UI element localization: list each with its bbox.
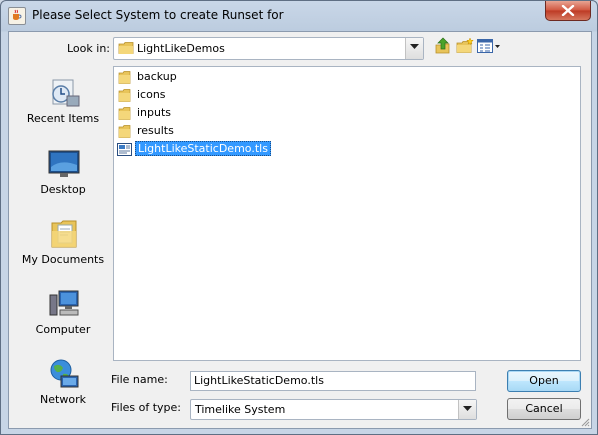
file-name: results <box>137 124 174 137</box>
tls-file-icon <box>117 143 132 156</box>
file-list[interactable]: backup icons inputs results LightLikeSta… <box>113 66 581 361</box>
file-name: inputs <box>137 106 172 119</box>
view-menu-button[interactable] <box>476 37 502 57</box>
new-folder-button[interactable] <box>456 37 474 57</box>
folder-icon <box>118 89 131 102</box>
look-in-dropdown-arrow[interactable] <box>405 38 423 59</box>
dialog-window: Please Select System to create Runset fo… <box>0 0 598 435</box>
file-name: LightLikeStaticDemo.tls <box>135 141 271 156</box>
java-cup-icon[interactable] <box>8 7 26 25</box>
place-desktop[interactable]: Desktop <box>18 147 108 209</box>
place-label: Desktop <box>40 183 86 196</box>
place-network[interactable]: Network <box>18 357 108 419</box>
resize-grip-icon[interactable] <box>580 417 590 427</box>
files-of-type-label: Files of type: <box>111 401 182 414</box>
files-of-type-combo[interactable]: Timelike System <box>190 399 477 420</box>
place-recent-items[interactable]: Recent Items <box>18 76 108 138</box>
title-bar[interactable]: Please Select System to create Runset fo… <box>1 1 597 31</box>
my-documents-icon <box>51 220 77 248</box>
folder-icon <box>118 71 131 84</box>
up-folder-button[interactable] <box>434 37 452 57</box>
close-icon <box>561 5 575 16</box>
files-of-type-value: Timelike System <box>195 403 286 416</box>
folder-icon <box>118 42 134 54</box>
place-label: Network <box>40 393 86 406</box>
up-folder-icon <box>435 37 450 54</box>
place-label: My Documents <box>21 253 105 266</box>
computer-icon <box>49 290 79 316</box>
dialog-body: Look in: LightLikeDemos Recent Items Des… <box>8 31 592 429</box>
view-menu-icon <box>477 39 500 53</box>
window-title: Please Select System to create Runset fo… <box>32 8 284 22</box>
look-in-value: LightLikeDemos <box>137 42 225 55</box>
places-bar: Recent Items Desktop My Documents Comput… <box>18 66 108 414</box>
folder-icon <box>118 107 131 120</box>
file-name-label: File name: <box>111 373 168 386</box>
file-name-input[interactable]: LightLikeStaticDemo.tls <box>190 371 476 391</box>
look-in-label: Look in: <box>67 42 110 55</box>
place-label: Computer <box>35 323 91 336</box>
open-button[interactable]: Open <box>507 370 581 392</box>
chevron-down-icon <box>463 406 472 411</box>
file-name: icons <box>137 88 166 101</box>
recent-items-icon <box>52 79 80 107</box>
file-name: backup <box>137 70 177 83</box>
place-label: Recent Items <box>26 112 100 125</box>
place-computer[interactable]: Computer <box>18 287 108 349</box>
cancel-button[interactable]: Cancel <box>507 398 581 420</box>
network-icon <box>50 359 79 388</box>
close-button[interactable] <box>545 1 591 21</box>
desktop-icon <box>48 150 80 177</box>
file-name-input-value: LightLikeStaticDemo.tls <box>194 374 324 387</box>
files-of-type-dropdown-arrow[interactable] <box>458 400 476 419</box>
chevron-down-icon <box>410 44 419 49</box>
folder-icon <box>118 125 131 138</box>
place-my-documents[interactable]: My Documents <box>18 217 108 279</box>
new-folder-icon <box>456 37 474 53</box>
look-in-combo[interactable]: LightLikeDemos <box>113 37 424 60</box>
